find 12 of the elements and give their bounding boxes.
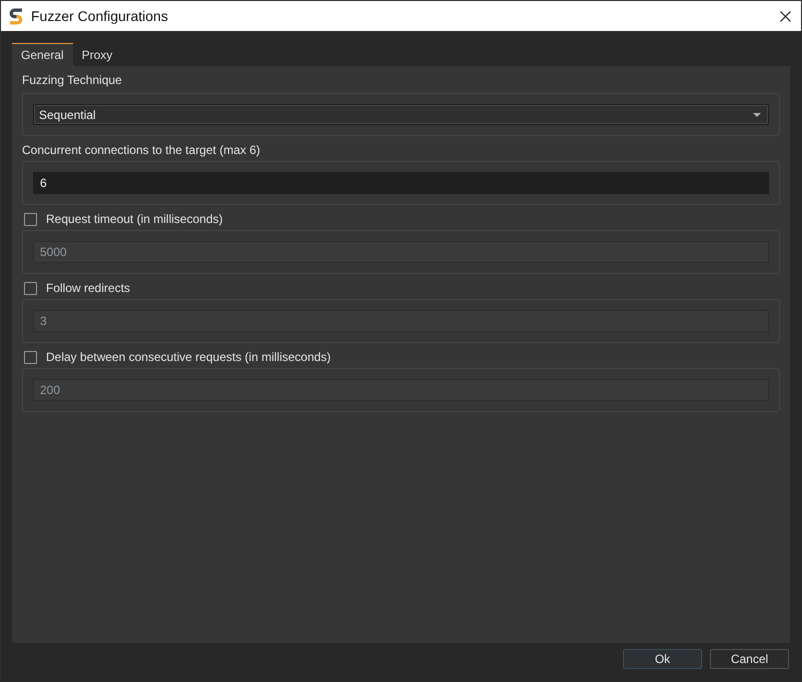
close-icon[interactable]: [780, 10, 791, 22]
tab[interactable]: General: [12, 43, 73, 66]
field-label: Fuzzing Technique: [22, 72, 122, 86]
field-label: Concurrent connections to the target (max 6): [22, 143, 260, 157]
dialog-button[interactable]: Cancel: [710, 649, 789, 669]
tab[interactable]: Proxy: [72, 43, 122, 66]
window-title: Fuzzer Configurations: [31, 8, 169, 24]
dialog-button[interactable]: Ok: [623, 649, 702, 669]
technique-dropdown[interactable]: Sequential: [33, 104, 769, 125]
caret-icon: [753, 112, 761, 116]
number-field[interactable]: 6: [33, 172, 769, 194]
logo-icon: [8, 8, 24, 24]
